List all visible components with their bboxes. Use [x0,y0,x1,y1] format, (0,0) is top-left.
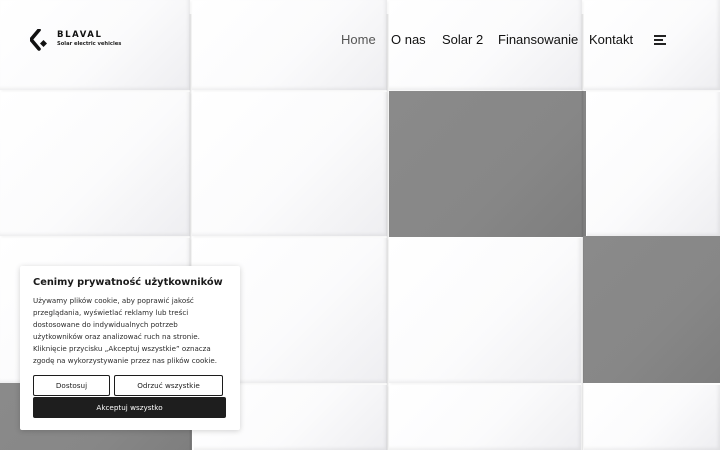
site-header: BLAVAL Solar electric vehicles Home O na… [0,0,720,90]
background-tile-gray [389,91,586,237]
background-tile [0,92,190,236]
nav-item-kontakt[interactable]: Kontakt [589,32,633,47]
background-tile [192,92,387,236]
background-tile [389,238,581,383]
nav-item-finansowanie[interactable]: Finansowanie [498,32,578,47]
background-tile [584,385,720,450]
cookie-consent-dialog: Cenimy prywatność użytkowników Używamy p… [20,266,240,430]
background-tile [389,385,581,450]
cookie-dialog-text: Używamy plików cookie, aby poprawić jako… [33,296,217,366]
cookie-dialog-title: Cenimy prywatność użytkowników [33,277,223,288]
hamburger-icon[interactable] [654,35,666,45]
accept-all-button[interactable]: Akceptuj wszystko [33,397,226,418]
background-tile-gray [583,236,720,383]
customize-button[interactable]: Dostosuj [33,375,110,396]
reject-all-button[interactable]: Odrzuć wszystkie [114,375,223,396]
nav-item-o-nas[interactable]: O nas [391,32,426,47]
nav-item-solar-2[interactable]: Solar 2 [442,32,483,47]
background-tile [587,92,720,236]
main-nav: Home O nas Solar 2 Finansowanie Kontakt [0,32,720,48]
nav-item-home[interactable]: Home [341,32,376,47]
